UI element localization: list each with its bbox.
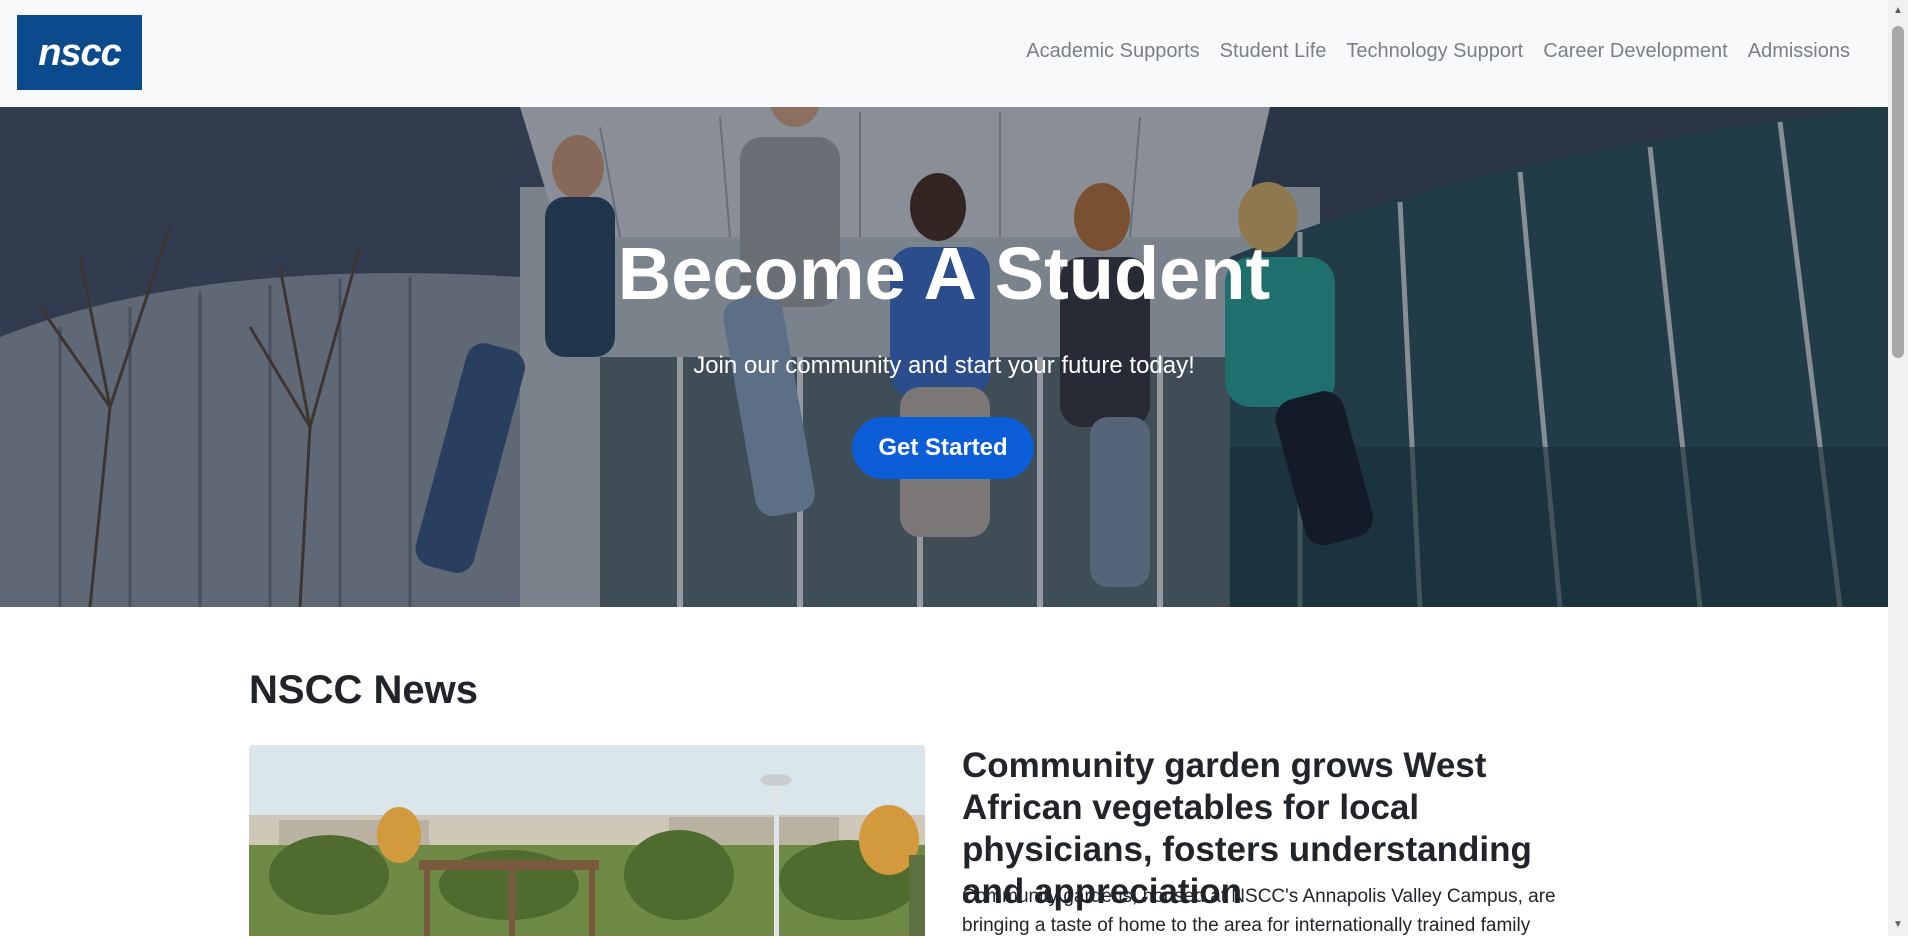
scrollbar-thumb[interactable] — [1892, 26, 1904, 358]
hero-subtitle: Join our community and start your future… — [693, 352, 1195, 379]
page-scrollbar[interactable]: ▲ ▼ — [1888, 0, 1908, 936]
nav-link-admissions[interactable]: Admissions — [1738, 40, 1860, 63]
hero-banner: Become A Student Join our community and … — [0, 107, 1888, 607]
main-nav: Academic Supports Student Life Technolog… — [1016, 40, 1860, 63]
hero-title: Become A Student — [617, 232, 1271, 315]
news-article-body: Community gardens, housed at NSCC's Anna… — [962, 886, 1556, 936]
chevron-down-icon[interactable]: ▼ — [1892, 918, 1904, 932]
nav-link-technology-support[interactable]: Technology Support — [1336, 40, 1533, 63]
garden-photo — [249, 745, 925, 936]
get-started-button[interactable]: Get Started — [852, 417, 1034, 479]
nscc-logo[interactable]: nscc — [17, 15, 142, 90]
nav-link-career-development[interactable]: Career Development — [1533, 40, 1738, 63]
chevron-up-icon[interactable]: ▲ — [1892, 4, 1904, 18]
nav-link-student-life[interactable]: Student Life — [1210, 40, 1337, 63]
top-navbar: nscc Academic Supports Student Life Tech… — [0, 0, 1888, 107]
nav-link-academic-supports[interactable]: Academic Supports — [1016, 40, 1209, 63]
news-article-image[interactable] — [249, 745, 925, 936]
logo-wordmark: nscc — [38, 31, 122, 74]
news-section-heading: NSCC News — [249, 668, 478, 712]
